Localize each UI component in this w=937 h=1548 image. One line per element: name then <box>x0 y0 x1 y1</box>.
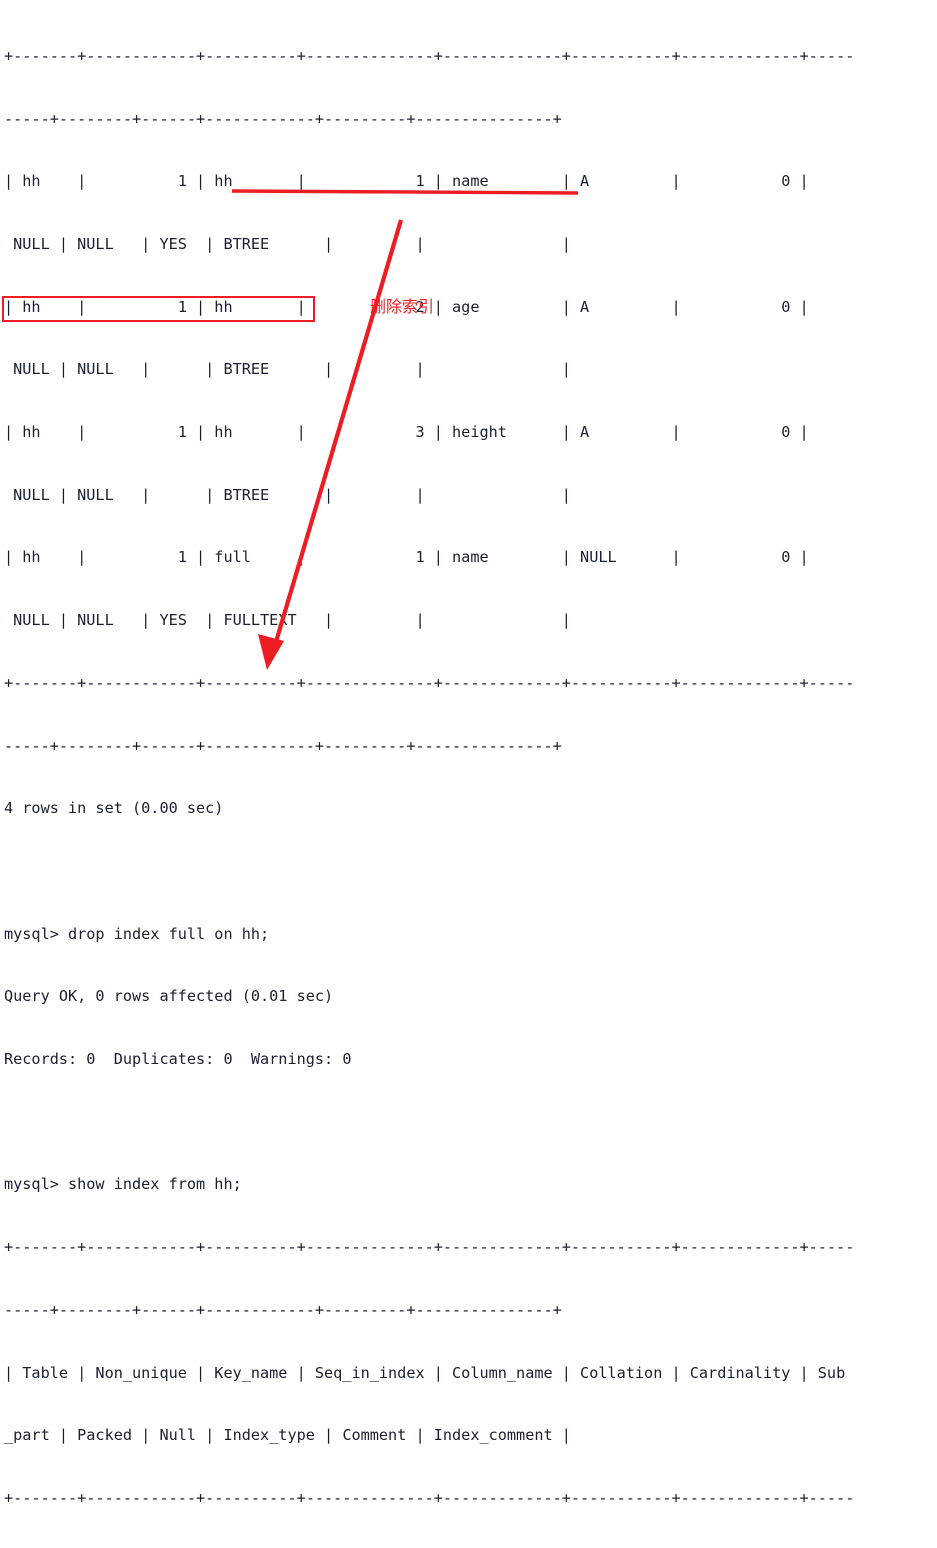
terminal-line: Records: 0 Duplicates: 0 Warnings: 0 <box>4 1050 352 1069</box>
terminal-line: | hh | 1 | full | 1 | name | NULL | 0 | <box>4 548 855 567</box>
terminal-line: _part | Packed | Null | Index_type | Com… <box>4 1426 571 1445</box>
terminal-line: +-------+------------+----------+-------… <box>4 1238 855 1257</box>
terminal-line: | hh | 1 | hh | 2 | age | A | 0 | <box>4 297 855 316</box>
terminal-line: -----+--------+------+------------+-----… <box>4 1300 562 1319</box>
terminal-line: mysql> drop index full on hh; <box>4 924 270 943</box>
terminal-line: | hh | 1 | hh | 3 | height | A | 0 | <box>4 423 855 442</box>
terminal-line: -----+--------+------+------------+-----… <box>4 736 562 755</box>
terminal-line: 4 rows in set (0.00 sec) <box>4 799 224 818</box>
terminal-line: | Table | Non_unique | Key_name | Seq_in… <box>4 1363 846 1382</box>
terminal-line: NULL | NULL | YES | BTREE | | | <box>4 234 571 253</box>
terminal-line: -----+--------+------+------------+-----… <box>4 109 562 128</box>
terminal-line: NULL | NULL | | BTREE | | | <box>4 360 571 379</box>
terminal-line: +-------+------------+----------+-------… <box>4 1488 855 1507</box>
terminal-line: | hh | 1 | hh | 1 | name | A | 0 | <box>4 172 855 191</box>
terminal-line: mysql> show index from hh; <box>4 1175 242 1194</box>
terminal-line: +-------+------------+----------+-------… <box>4 673 855 692</box>
terminal-line: NULL | NULL | | BTREE | | | <box>4 485 571 504</box>
terminal-line: NULL | NULL | YES | FULLTEXT | | | <box>4 611 571 630</box>
terminal-output: +-------+------------+----------+-------… <box>0 0 937 1507</box>
terminal-line: +-------+------------+----------+-------… <box>4 46 855 65</box>
terminal-line: Query OK, 0 rows affected (0.01 sec) <box>4 987 334 1006</box>
